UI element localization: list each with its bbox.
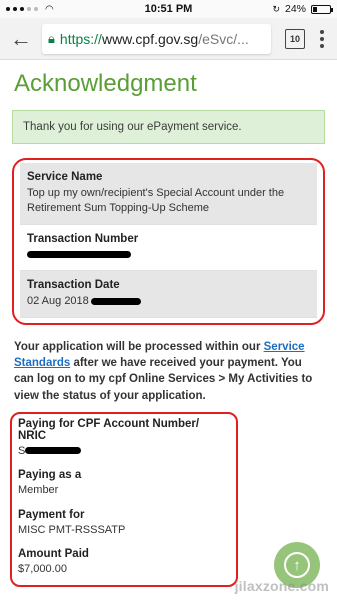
battery-percent: 24% xyxy=(284,3,306,15)
signal-indicator: ◠ xyxy=(6,4,126,15)
status-bar: ◠ 10:51 PM ↻ 24% xyxy=(0,0,337,18)
address-bar[interactable]: 🔒︎ https:// www.cpf.gov.sg /eSvc/... xyxy=(42,23,271,54)
account-number-field: Paying for CPF Account Number/ NRIC S xyxy=(18,418,230,459)
page-content: Acknowledgment Thank you for using our e… xyxy=(0,60,337,588)
payment-for-label: Payment for xyxy=(18,508,85,521)
payment-for-field: Payment for MISC PMT-RSSSATP xyxy=(18,509,230,538)
paying-as-label: Paying as a xyxy=(18,469,82,482)
amount-paid-value: $7,000.00 xyxy=(18,563,67,576)
transaction-details-panel: Service Name Top up my own/recipient's S… xyxy=(20,163,317,318)
redacted-transaction-time xyxy=(90,297,141,305)
transaction-number-label: Transaction Number xyxy=(27,232,139,245)
overflow-menu-icon[interactable] xyxy=(313,29,331,48)
url-scheme: https:// xyxy=(59,30,102,47)
payment-details-highlight: Paying for CPF Account Number/ NRIC S Pa… xyxy=(10,411,238,588)
payment-for-value: MISC PMT-RSSSATP xyxy=(18,523,126,536)
transaction-date-row: Transaction Date 02 Aug 2018 xyxy=(20,271,317,318)
paying-as-field: Paying as a Member xyxy=(18,469,230,498)
watermark: jilaxzone.com xyxy=(234,578,329,594)
arrow-up-icon: ↑ xyxy=(284,552,310,578)
amount-paid-field: Amount Paid $7,000.00 xyxy=(18,548,230,577)
wifi-icon: ◠ xyxy=(45,3,54,15)
account-number-label: Paying for CPF Account Number/ NRIC xyxy=(18,417,200,442)
url-host: www.cpf.gov.sg xyxy=(101,30,199,47)
transaction-date-label: Transaction Date xyxy=(27,279,120,292)
transaction-date-value: 02 Aug 2018 xyxy=(27,295,89,308)
url-path: /eSvc/... xyxy=(198,30,249,47)
transaction-number-row: Transaction Number xyxy=(20,225,317,272)
browser-toolbar: ← 🔒︎ https:// www.cpf.gov.sg /eSvc/... 1… xyxy=(0,18,337,60)
account-prefix: S xyxy=(18,444,26,457)
transaction-details-highlight: Service Name Top up my own/recipient's S… xyxy=(12,158,325,325)
service-name-value: Top up my own/recipient's Special Accoun… xyxy=(27,187,285,215)
status-time: 10:51 PM xyxy=(144,3,193,15)
tab-switcher-button[interactable]: 10 xyxy=(285,28,305,49)
paying-as-value: Member xyxy=(18,484,59,497)
service-name-label: Service Name xyxy=(27,171,103,183)
amount-paid-label: Amount Paid xyxy=(18,548,89,561)
redacted-nric xyxy=(25,447,82,455)
page-title: Acknowledgment xyxy=(14,70,197,97)
redacted-transaction-number xyxy=(27,251,131,259)
battery-icon xyxy=(311,4,333,14)
processing-info: Your application will be processed withi… xyxy=(14,340,313,402)
lock-rotation-icon: ↻ xyxy=(272,3,280,14)
lock-icon: 🔒︎ xyxy=(48,30,55,46)
success-notice: Thank you for using our ePayment service… xyxy=(12,110,325,144)
back-button[interactable]: ← xyxy=(6,24,36,54)
service-name-row: Service Name Top up my own/recipient's S… xyxy=(20,163,317,225)
